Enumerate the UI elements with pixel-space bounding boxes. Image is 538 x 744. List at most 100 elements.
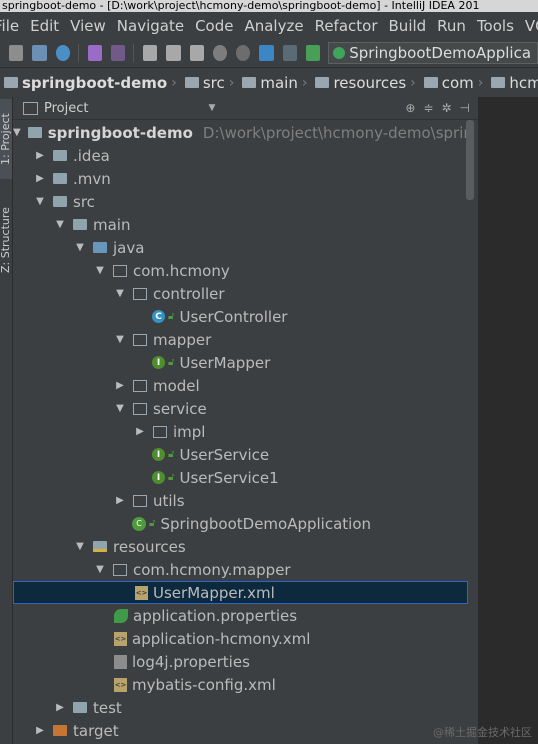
tree-scrollbar[interactable]	[466, 120, 474, 200]
tree-node-user-mapper[interactable]: I 🔓︎ UserMapper	[13, 351, 468, 374]
breadcrumb-item-hcmony[interactable]: hcmony›	[487, 74, 538, 92]
hide-icon[interactable]: ⊣	[460, 101, 470, 115]
menu-view[interactable]: View	[70, 17, 106, 35]
collapsed-arrow-icon[interactable]: ▶	[114, 380, 126, 391]
sync-icon[interactable]	[55, 45, 70, 61]
paste-icon[interactable]	[189, 45, 204, 61]
redo-icon[interactable]	[110, 45, 126, 61]
menu-refactor[interactable]: Refactor	[315, 17, 378, 35]
tree-node-mvn[interactable]: ▶ .mvn	[13, 167, 468, 190]
copy-icon[interactable]	[166, 45, 181, 61]
menu-analyze[interactable]: Analyze	[244, 17, 303, 35]
collapsed-arrow-icon[interactable]: ▶	[34, 725, 46, 736]
folder-icon	[242, 77, 257, 88]
expanded-arrow-icon[interactable]: ▼	[54, 219, 66, 230]
tree-node-log4j-properties[interactable]: log4j.properties	[13, 650, 468, 673]
cut-icon[interactable]	[143, 45, 158, 61]
menu-file[interactable]: File	[0, 17, 19, 35]
tree-node-label: UserService	[179, 445, 270, 464]
tree-node-java[interactable]: ▼ java	[13, 236, 468, 259]
forward-icon[interactable]	[282, 45, 297, 61]
tree-node-test[interactable]: ▶ test	[13, 696, 468, 719]
breadcrumb-item-main[interactable]: main ›	[238, 74, 311, 92]
tree-node-target[interactable]: ▶ target	[13, 719, 468, 742]
source-folder-icon	[92, 241, 108, 255]
menu-tools[interactable]: Tools	[477, 17, 514, 35]
spring-boot-icon	[333, 47, 346, 59]
menu-vcs[interactable]: VCS	[525, 17, 538, 35]
menu-navigate[interactable]: Navigate	[117, 17, 184, 35]
expanded-arrow-icon[interactable]: ▼	[114, 288, 126, 299]
collapsed-arrow-icon[interactable]: ▶	[134, 426, 146, 437]
tree-node-user-controller[interactable]: C 🔓︎ UserController	[13, 305, 468, 328]
package-icon	[112, 563, 128, 577]
tree-node-user-mapper-xml[interactable]: <> UserMapper.xml	[13, 581, 468, 604]
tree-node-resources[interactable]: ▼ resources	[13, 535, 468, 558]
tree-node-user-service[interactable]: I 🔓︎ UserService	[13, 443, 468, 466]
folder-icon	[491, 77, 506, 88]
tree-node-label: springboot-demo	[47, 123, 193, 142]
tree-node-label: application-hcmony.xml	[132, 629, 311, 648]
menu-edit[interactable]: Edit	[30, 17, 59, 35]
lock-icon: 🔓︎	[168, 449, 175, 460]
tree-node-controller[interactable]: ▼ controller	[13, 282, 468, 305]
panel-title[interactable]: Project	[44, 101, 88, 116]
collapsed-arrow-icon[interactable]: ▶	[114, 495, 126, 506]
expanded-arrow-icon[interactable]: ▼	[13, 127, 21, 138]
tree-node-user-service1[interactable]: I 🔓︎ UserService1	[13, 466, 468, 489]
expanded-arrow-icon[interactable]: ▼	[34, 196, 46, 207]
menu-code[interactable]: Code	[195, 17, 233, 35]
tree-node-project-root[interactable]: ▼ springboot-demo D:\work\project\hcmony…	[13, 121, 468, 144]
open-folder-icon[interactable]	[9, 45, 24, 61]
folder-icon	[4, 77, 18, 88]
gear-icon[interactable]: ✲	[441, 101, 451, 115]
collapsed-arrow-icon[interactable]: ▶	[34, 150, 46, 161]
xml-file-icon: <>	[135, 585, 148, 600]
tree-node-impl[interactable]: ▶ impl	[13, 420, 468, 443]
tree-node-model[interactable]: ▶ model	[13, 374, 468, 397]
breadcrumb-item-project[interactable]: springboot-demo ›	[0, 74, 181, 92]
replace-icon[interactable]	[236, 45, 251, 61]
build-icon[interactable]	[305, 45, 321, 61]
run-configuration-select[interactable]: SpringbootDemoApplica	[328, 42, 538, 64]
back-icon[interactable]	[259, 45, 274, 61]
tree-node-application-properties[interactable]: application.properties	[13, 604, 468, 627]
breadcrumb-item-src[interactable]: src ›	[181, 74, 239, 92]
expanded-arrow-icon[interactable]: ▼	[74, 541, 86, 552]
tree-node-application-class[interactable]: C 🔓︎ SpringbootDemoApplication	[13, 512, 468, 535]
tree-node-mybatis-config[interactable]: <> mybatis-config.xml	[13, 673, 468, 696]
undo-icon[interactable]	[87, 45, 102, 61]
tree-node-src[interactable]: ▼ src	[13, 190, 468, 213]
breadcrumb-item-com[interactable]: com ›	[420, 74, 488, 92]
tree-node-idea[interactable]: ▶ .idea	[13, 144, 468, 167]
breadcrumb-item-resources[interactable]: resources ›	[311, 74, 419, 92]
expanded-arrow-icon[interactable]: ▼	[114, 403, 126, 414]
package-icon	[132, 494, 148, 508]
expanded-arrow-icon[interactable]: ▼	[94, 564, 106, 575]
find-icon[interactable]	[212, 45, 228, 61]
tree-node-com-hcmony[interactable]: ▼ com.hcmony	[13, 259, 468, 282]
structure-tool-tab[interactable]: Z: Structure	[0, 195, 12, 285]
menu-run[interactable]: Run	[437, 17, 466, 35]
folder-icon	[52, 149, 68, 163]
save-icon[interactable]	[32, 45, 47, 61]
tree-node-res-package[interactable]: ▼ com.hcmony.mapper	[13, 558, 468, 581]
chevron-down-icon[interactable]: ▼	[208, 103, 215, 113]
tree-node-mapper[interactable]: ▼ mapper	[13, 328, 468, 351]
menu-build[interactable]: Build	[389, 17, 427, 35]
expanded-arrow-icon[interactable]: ▼	[94, 265, 106, 276]
tree-node-utils[interactable]: ▶ utils	[13, 489, 468, 512]
tree-node-main[interactable]: ▼ main	[13, 213, 468, 236]
project-tool-tab[interactable]: 1: Project	[0, 99, 12, 179]
project-path: D:\work\project\hcmony-demo\springboot	[202, 123, 468, 142]
collapsed-arrow-icon[interactable]: ▶	[54, 702, 66, 713]
interface-icon: I	[152, 471, 165, 484]
tree-node-application-hcmony-xml[interactable]: <> application-hcmony.xml	[13, 627, 468, 650]
expanded-arrow-icon[interactable]: ▼	[74, 242, 86, 253]
collapsed-arrow-icon[interactable]: ▶	[34, 173, 46, 184]
collapse-all-icon[interactable]: ≑	[423, 101, 433, 115]
interface-icon: I	[152, 448, 165, 461]
locate-icon[interactable]: ⊕	[405, 101, 415, 115]
tree-node-service[interactable]: ▼ service	[13, 397, 468, 420]
expanded-arrow-icon[interactable]: ▼	[114, 334, 126, 345]
